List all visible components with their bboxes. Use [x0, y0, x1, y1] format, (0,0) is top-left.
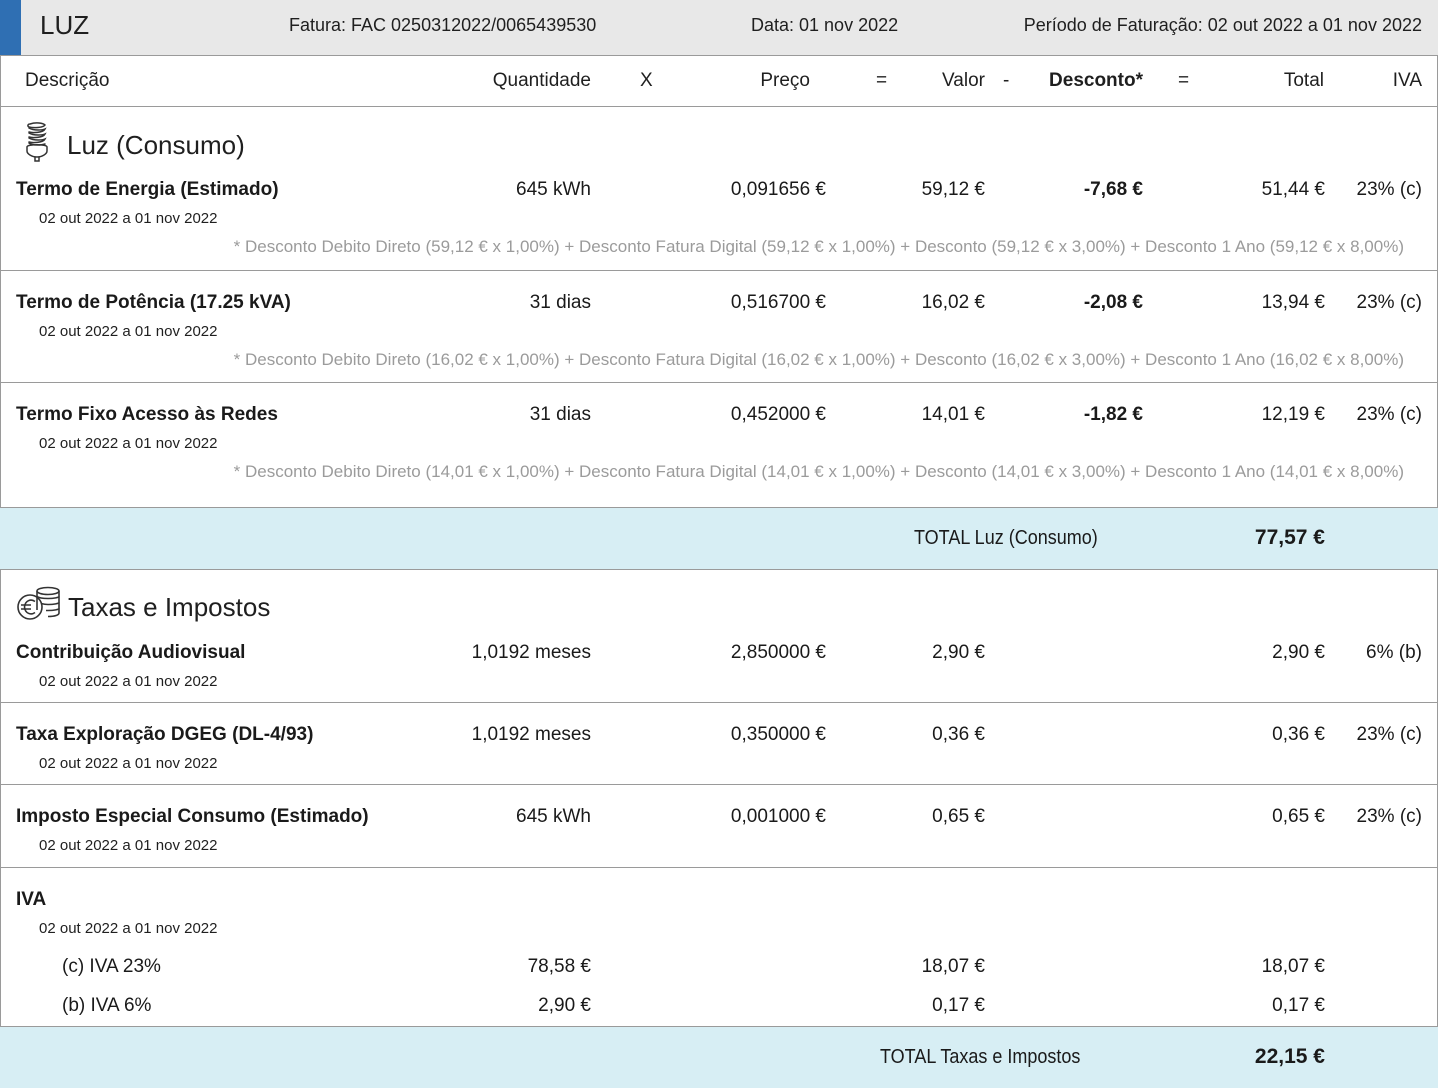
col-discount: Desconto* — [1049, 70, 1143, 91]
line-item-price: 0,350000 € — [730, 724, 826, 745]
line-item-quantity: 1,0192 meses — [471, 724, 591, 745]
line-item-price: 0,452000 € — [730, 404, 826, 425]
subtotal-bar-consumo: TOTAL Luz (Consumo) 77,57 € — [0, 507, 1438, 570]
line-item-price: 0,091656 € — [730, 179, 826, 200]
line-item-total: 2,90 € — [1272, 642, 1325, 663]
line-item-quantity: 645 kWh — [516, 179, 591, 200]
line-item-price: 0,001000 € — [730, 806, 826, 827]
line-item-name: Termo de Potência (17.25 kVA) — [16, 292, 291, 313]
line-item-period: 02 out 2022 a 01 nov 2022 — [39, 837, 218, 854]
line-item-value: 0,36 € — [932, 724, 985, 745]
line-item-period: 02 out 2022 a 01 nov 2022 — [39, 323, 218, 340]
line-item-iva: 23% (c) — [1356, 724, 1422, 745]
col-total: Total — [1283, 70, 1324, 91]
line-item-name: Contribuição Audiovisual — [16, 642, 246, 663]
col-equals-2: = — [1178, 70, 1190, 91]
divider — [0, 382, 1438, 383]
iva-line-base: 78,58 € — [527, 956, 591, 977]
divider — [0, 702, 1438, 703]
line-item-total: 0,36 € — [1272, 724, 1325, 745]
divider — [0, 867, 1438, 868]
col-iva: IVA — [1392, 70, 1422, 91]
section-title-consumo: Luz (Consumo) — [67, 130, 245, 160]
subtotal-value: 22,15 € — [1254, 1045, 1325, 1068]
line-item-iva: 6% (b) — [1366, 642, 1422, 663]
line-item-period: 02 out 2022 a 01 nov 2022 — [39, 210, 218, 227]
col-value: Valor — [942, 70, 985, 91]
iva-line-value: 18,07 € — [921, 956, 985, 977]
line-item-iva: 23% (c) — [1356, 806, 1422, 827]
iva-title: IVA — [16, 889, 47, 910]
line-item-name: Imposto Especial Consumo (Estimado) — [16, 806, 369, 827]
iva-line-total: 0,17 € — [1272, 995, 1325, 1016]
iva-line-label: (b) IVA 6% — [62, 995, 152, 1016]
section-title-luz: LUZ — [40, 10, 90, 40]
euro-coins-icon — [17, 586, 60, 620]
subtotal-label: TOTAL Taxas e Impostos — [880, 1046, 1081, 1068]
line-item-total: 51,44 € — [1261, 179, 1325, 200]
line-item-discount: -7,68 € — [1083, 179, 1143, 200]
divider — [0, 270, 1438, 271]
line-item-discount: -2,08 € — [1083, 292, 1143, 313]
line-item-discount: -1,82 € — [1083, 404, 1143, 425]
line-item-iva: 23% (c) — [1356, 404, 1422, 425]
line-item-value: 16,02 € — [921, 292, 985, 313]
col-minus: - — [1003, 70, 1010, 91]
invoice-number: Fatura: FAC 0250312022/0065439530 — [289, 15, 597, 35]
line-item-quantity: 31 dias — [529, 404, 591, 425]
col-times: X — [640, 70, 653, 91]
section-title-taxas: Taxas e Impostos — [68, 592, 271, 622]
invoice-header-bar: LUZ Fatura: FAC 0250312022/0065439530 Da… — [0, 0, 1438, 56]
iva-line-label: (c) IVA 23% — [62, 956, 161, 977]
line-item-name: Termo de Energia (Estimado) — [16, 179, 279, 200]
col-equals-1: = — [876, 70, 888, 91]
col-description: Descrição — [25, 70, 110, 91]
line-item-name: Termo Fixo Acesso às Redes — [16, 404, 278, 425]
line-item-value: 59,12 € — [921, 179, 985, 200]
subtotal-label: TOTAL Luz (Consumo) — [914, 527, 1098, 549]
line-item-iva: 23% (c) — [1356, 292, 1422, 313]
line-item-total: 0,65 € — [1272, 806, 1325, 827]
iva-period: 02 out 2022 a 01 nov 2022 — [39, 920, 218, 937]
line-item-price: 0,516700 € — [730, 292, 826, 313]
line-item-value: 14,01 € — [921, 404, 985, 425]
iva-line-value: 0,17 € — [932, 995, 985, 1016]
divider — [0, 106, 1438, 107]
lightbulb-icon — [26, 122, 48, 162]
line-item-period: 02 out 2022 a 01 nov 2022 — [39, 673, 218, 690]
iva-line-base: 2,90 € — [538, 995, 591, 1016]
line-item-total: 13,94 € — [1261, 292, 1325, 313]
line-item-discount-note: * Desconto Debito Direto (16,02 € x 1,00… — [233, 350, 1404, 369]
line-item-iva: 23% (c) — [1356, 179, 1422, 200]
line-item-discount-note: * Desconto Debito Direto (59,12 € x 1,00… — [233, 237, 1404, 256]
line-item-quantity: 1,0192 meses — [471, 642, 591, 663]
line-item-name: Taxa Exploração DGEG (DL-4/93) — [16, 724, 314, 745]
line-item-period: 02 out 2022 a 01 nov 2022 — [39, 435, 218, 452]
line-item-price: 2,850000 € — [730, 642, 826, 663]
header-accent-stripe — [0, 0, 21, 55]
iva-line-total: 18,07 € — [1261, 956, 1325, 977]
col-quantity: Quantidade — [492, 70, 591, 91]
billing-period: Período de Faturação: 02 out 2022 a 01 n… — [1023, 15, 1422, 35]
line-item-quantity: 645 kWh — [516, 806, 591, 827]
line-item-discount-note: * Desconto Debito Direto (14,01 € x 1,00… — [233, 462, 1404, 481]
line-item-quantity: 31 dias — [529, 292, 591, 313]
line-item-value: 0,65 € — [932, 806, 985, 827]
subtotal-bar-taxas: TOTAL Taxas e Impostos 22,15 € — [0, 1026, 1438, 1088]
line-item-period: 02 out 2022 a 01 nov 2022 — [39, 755, 218, 772]
divider — [0, 784, 1438, 785]
invoice-date: Data: 01 nov 2022 — [751, 15, 899, 35]
col-price: Preço — [760, 70, 810, 91]
line-item-total: 12,19 € — [1261, 404, 1325, 425]
line-item-value: 2,90 € — [932, 642, 985, 663]
subtotal-value: 77,57 € — [1254, 526, 1325, 549]
